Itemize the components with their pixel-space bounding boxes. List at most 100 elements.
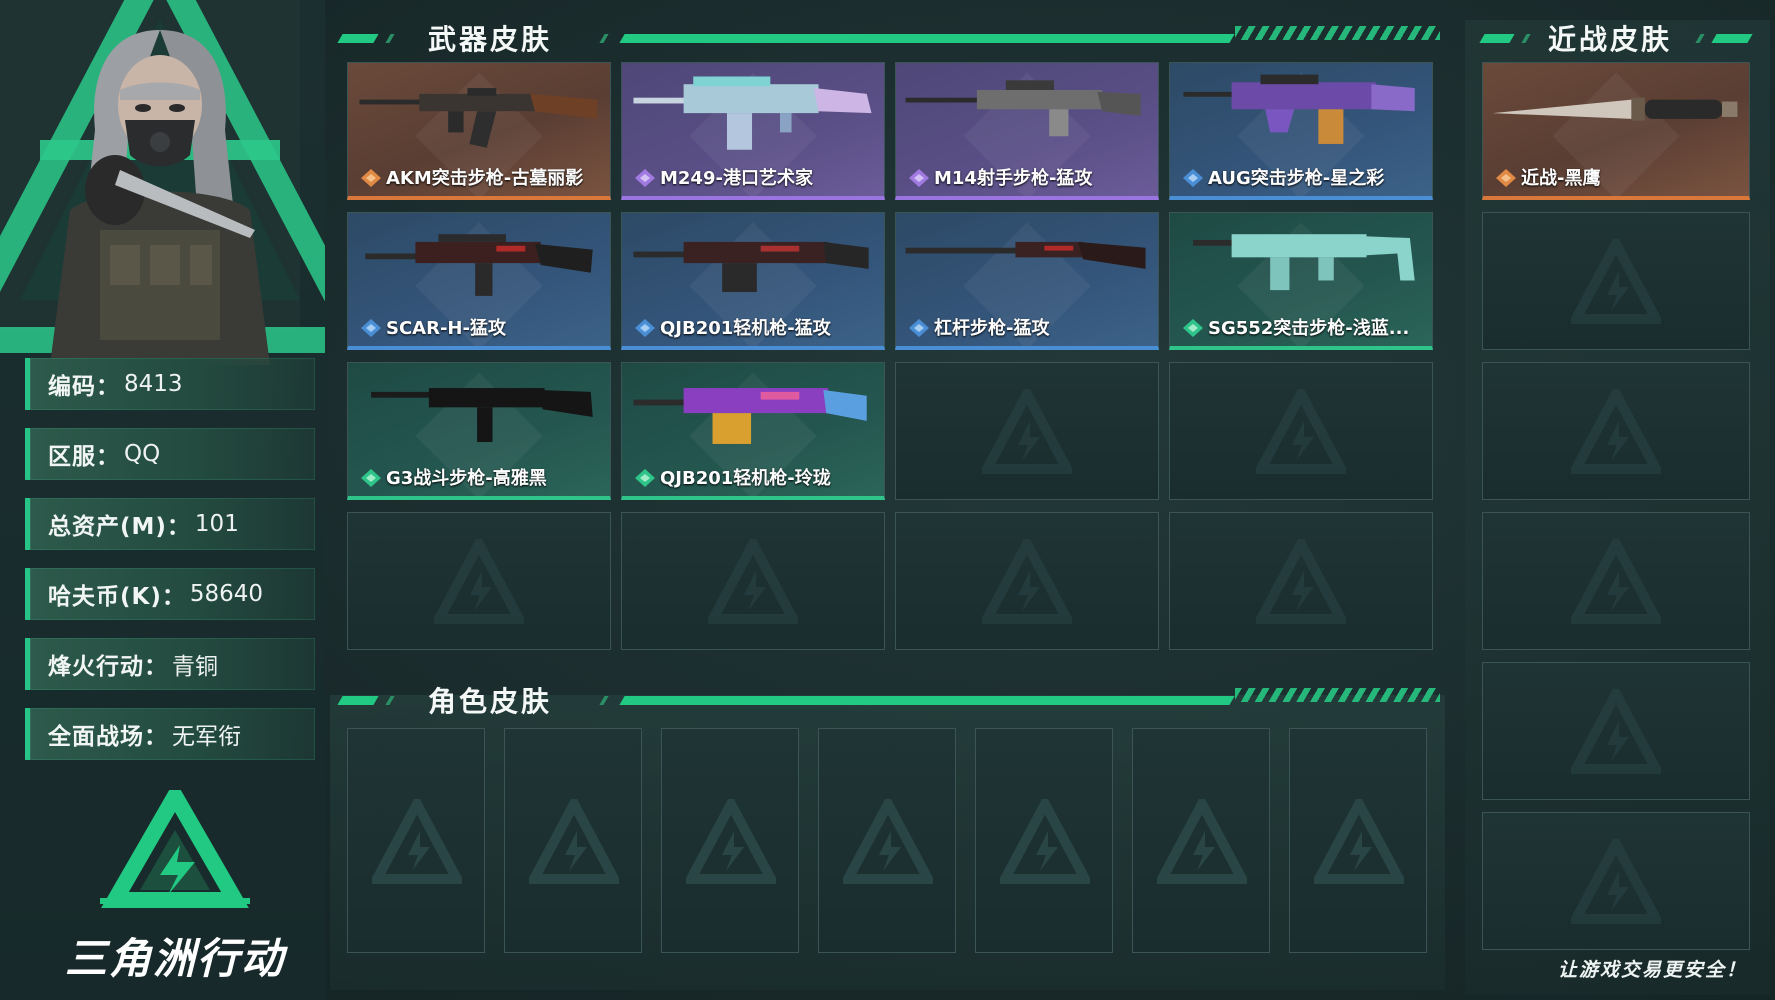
delta-logo-icon [1256,389,1346,474]
delta-logo-icon [1314,799,1404,884]
melee-card[interactable]: 近战-黑鹰 [1482,62,1750,200]
info-value: 101 [194,511,239,537]
header-stripe [1235,688,1440,702]
weapon-card-name: G3战斗步枪-高雅黑 [386,468,547,489]
empty-character-slot [661,728,799,953]
header-bar-tick [599,696,609,705]
weapon-card-name: QJB201轻机枪-猛攻 [660,318,831,339]
info-row-operation-rank: 烽火行动： 青铜 [25,638,315,690]
info-row-warfare-rank: 全面战场： 无军衔 [25,708,315,760]
delta-logo-icon [982,539,1072,624]
character-portrait [40,30,280,365]
rarity-blue-icon [635,319,655,337]
empty-melee-slot [1482,362,1750,500]
empty-melee-slot [1482,812,1750,950]
info-row-server: 区服： QQ [25,428,315,480]
rarity-purple-icon [635,169,655,187]
empty-character-slot [975,728,1113,953]
delta-logo-icon [372,799,462,884]
info-value: 58640 [189,581,264,607]
rarity-blue-icon [909,319,929,337]
weapon-card[interactable]: AKM突击步枪-古墓丽影 [347,62,611,200]
rarity-blue-icon [361,319,381,337]
logo-text: 三角洲行动 [64,934,285,983]
header-bar-tick [1695,34,1705,43]
empty-melee-slot [1482,662,1750,800]
weapon-card[interactable]: QJB201轻机枪-玲珑 [621,362,885,500]
delta-logo-icon [708,539,798,624]
delta-logo-icon [100,779,250,908]
melee-section-title: 近战皮肤 [1548,23,1673,56]
empty-melee-slot [1482,212,1750,350]
empty-weapon-slot [1169,512,1433,650]
delta-logo-icon [434,539,524,624]
info-label: 哈夫币(K)： [48,584,186,610]
weapon-card-name: M249-港口艺术家 [660,168,813,189]
empty-weapon-slot [621,512,885,650]
delta-logo-icon [843,799,933,884]
melee-card-name: 近战-黑鹰 [1521,168,1601,189]
delta-logo-icon [1000,799,1090,884]
info-row-coins: 哈夫币(K)： 58640 [25,568,315,620]
rarity-green-icon [635,469,655,487]
empty-weapon-slot [895,362,1159,500]
weapon-card[interactable]: 杠杆步枪-猛攻 [895,212,1159,350]
game-logo: 三角洲行动 [60,779,290,983]
footer-slogan: 让游戏交易更安全！ [1557,959,1747,981]
header-bar-left [337,34,379,43]
profile-panel: 编码： 8413 区服： QQ 总资产(M)： 101 哈夫币(K)： 5864… [0,0,325,1000]
weapon-card-name: AUG突击步枪-星之彩 [1208,168,1385,189]
info-value: 无军衔 [172,724,241,750]
delta-logo-icon [1256,539,1346,624]
info-row-assets: 总资产(M)： 101 [25,498,315,550]
empty-character-slot [1132,728,1270,953]
delta-logo-icon [1571,839,1661,924]
weapon-card[interactable]: M249-港口艺术家 [621,62,885,200]
header-bar-long [619,34,1235,43]
weapon-card-name: AKM突击步枪-古墓丽影 [386,168,584,189]
rarity-purple-icon [909,169,929,187]
weapon-card[interactable]: SG552突击步枪-浅蓝... [1169,212,1433,350]
empty-character-slot [504,728,642,953]
weapon-card-name: SCAR-H-猛攻 [386,318,506,339]
info-label: 烽火行动： [48,654,168,680]
weapon-card[interactable]: AUG突击步枪-星之彩 [1169,62,1433,200]
header-bar-long [619,696,1235,705]
weapon-card[interactable]: G3战斗步枪-高雅黑 [347,362,611,500]
info-label: 总资产(M)： [48,514,191,540]
info-value: QQ [124,441,161,467]
weapon-card[interactable]: M14射手步枪-猛攻 [895,62,1159,200]
rarity-green-icon [1183,319,1203,337]
rarity-blue-icon [1183,169,1203,187]
weapon-section-header: 武器皮肤 [337,18,1450,56]
header-bar-left [337,696,379,705]
rarity-green-icon [361,469,381,487]
weapon-card-name: QJB201轻机枪-玲珑 [660,468,831,489]
empty-character-slot [818,728,956,953]
info-value: 青铜 [172,654,218,680]
header-bar-tick [1521,34,1531,43]
empty-melee-slot [1482,512,1750,650]
weapon-card-name: 杠杆步枪-猛攻 [934,318,1050,339]
empty-weapon-slot [1169,362,1433,500]
info-label: 全面战场： [48,724,168,750]
delta-logo-icon [529,799,619,884]
info-value: 8413 [124,371,183,397]
weapon-card[interactable]: QJB201轻机枪-猛攻 [621,212,885,350]
rarity-orange-icon [1496,169,1516,187]
empty-character-slot [347,728,485,953]
empty-weapon-slot [347,512,611,650]
info-label: 区服： [48,444,120,470]
header-bar-right [1711,34,1753,43]
delta-logo-icon [1571,539,1661,624]
header-bar-tick [599,34,609,43]
rarity-orange-icon [361,169,381,187]
header-stripe [1235,26,1440,40]
header-bar-left [1479,34,1515,43]
header-bar-tick [385,696,395,705]
character-section-title: 角色皮肤 [428,685,553,718]
info-label: 编码： [48,374,120,400]
weapon-card[interactable]: SCAR-H-猛攻 [347,212,611,350]
delta-logo-icon [1571,689,1661,774]
weapon-card-name: M14射手步枪-猛攻 [934,168,1093,189]
